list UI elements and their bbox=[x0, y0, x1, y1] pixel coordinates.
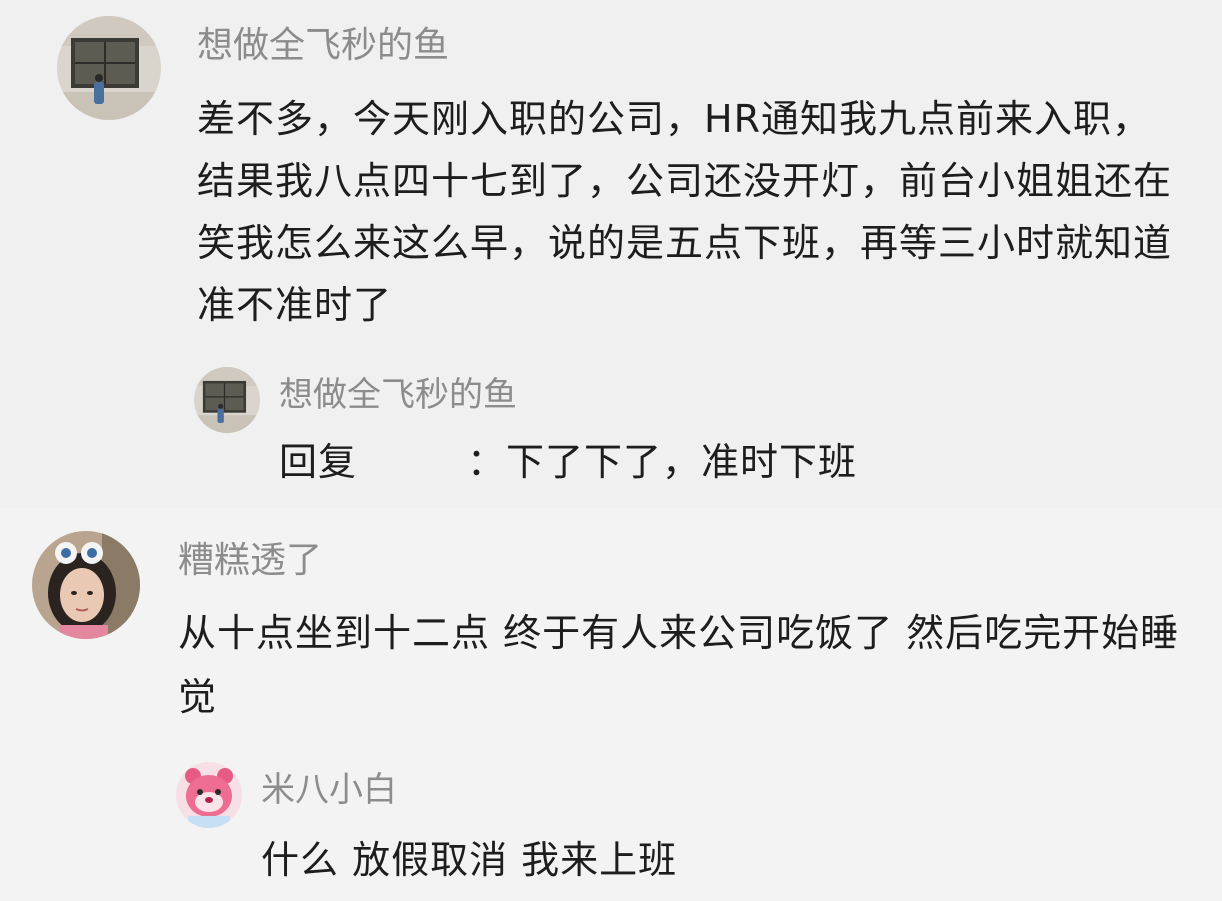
reply-username[interactable]: 米八小白 bbox=[261, 762, 397, 811]
comment-text: 从十点坐到十二点 终于有人来公司吃饭了 然后吃完开始睡觉 bbox=[178, 611, 1180, 719]
window-photo-avatar-icon bbox=[194, 367, 260, 433]
pink-bear-avatar-icon bbox=[176, 762, 242, 828]
user-avatar[interactable] bbox=[32, 531, 140, 639]
comment-username[interactable]: 糟糕透了 bbox=[178, 531, 322, 583]
reply-avatar[interactable] bbox=[176, 762, 242, 828]
user-avatar[interactable] bbox=[57, 16, 161, 120]
reply-text: 回复 ：下了下了，准时下班 bbox=[279, 434, 857, 490]
reply-prefix: 回复 bbox=[279, 440, 358, 484]
reply-avatar[interactable] bbox=[194, 367, 260, 433]
reply-text: 什么 放假取消 我来上班 bbox=[261, 838, 678, 882]
girl-portrait-avatar-icon bbox=[32, 531, 140, 639]
window-photo-avatar-icon bbox=[57, 16, 161, 120]
reply-username[interactable]: 想做全飞秒的鱼 bbox=[279, 367, 517, 416]
reply-body: ：下了下了，准时下班 bbox=[467, 440, 858, 484]
comment-panel: 想做全飞秒的鱼 差不多，今天刚入职的公司，HR通知我九点前来入职，结果我八点四十… bbox=[0, 0, 1222, 508]
comment-text: 差不多，今天刚入职的公司，HR通知我九点前来入职，结果我八点四十七到了，公司还没… bbox=[197, 97, 1173, 327]
comment-username[interactable]: 想做全飞秒的鱼 bbox=[197, 16, 449, 68]
